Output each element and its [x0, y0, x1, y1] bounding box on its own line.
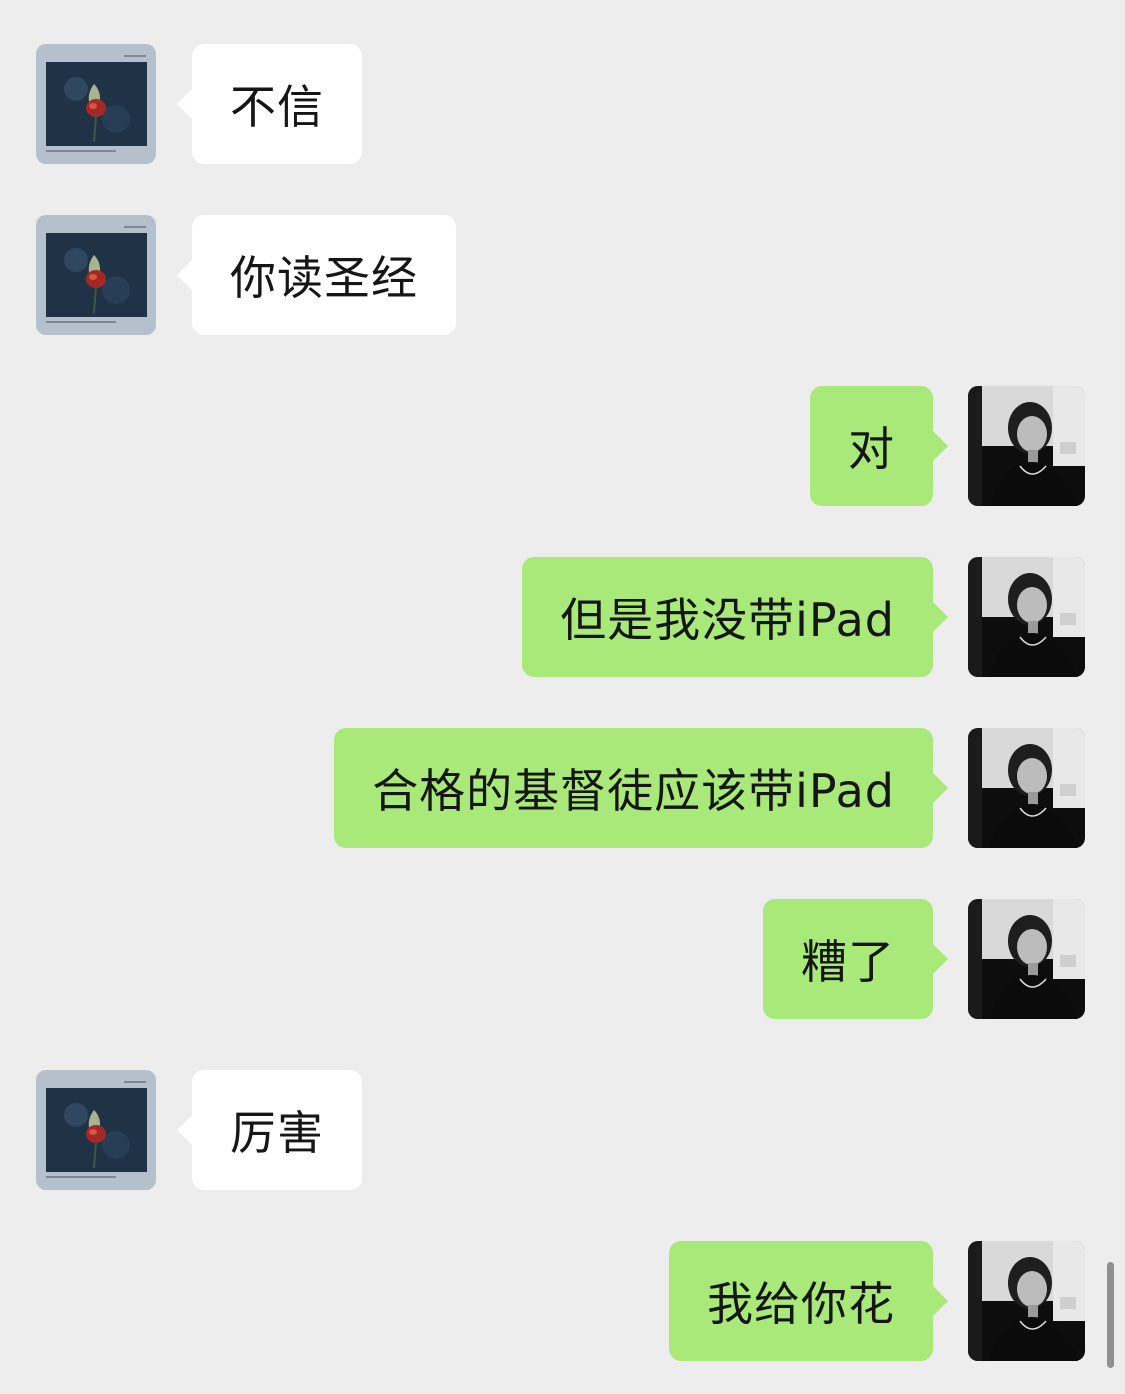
message-row-outgoing: 但是我没带iPad: [0, 557, 1125, 677]
self-avatar-icon[interactable]: [968, 386, 1085, 506]
message-row-outgoing: 合格的基督徒应该带iPad: [0, 728, 1125, 848]
contact-avatar-icon[interactable]: [36, 1070, 156, 1190]
self-avatar-icon[interactable]: [968, 1241, 1085, 1361]
chat-message-list[interactable]: 不信 你读圣经 对 但是我没带iPad 合格的基督徒应该带iPad 糟了 厉害 …: [0, 0, 1125, 1394]
message-bubble-incoming[interactable]: 你读圣经: [177, 215, 456, 335]
self-avatar-icon[interactable]: [968, 899, 1085, 1019]
message-bubble-outgoing[interactable]: 合格的基督徒应该带iPad: [334, 728, 948, 848]
message-row-incoming: 你读圣经: [0, 215, 1125, 335]
message-bubble-incoming[interactable]: 不信: [177, 44, 362, 164]
message-bubble-incoming[interactable]: 厉害: [177, 1070, 362, 1190]
message-bubble-outgoing[interactable]: 对: [810, 386, 948, 506]
message-row-outgoing: 糟了: [0, 899, 1125, 1019]
message-bubble-outgoing[interactable]: 糟了: [763, 899, 948, 1019]
self-avatar-icon[interactable]: [968, 557, 1085, 677]
message-row-incoming: 厉害: [0, 1070, 1125, 1190]
message-row-outgoing: 我给你花: [0, 1241, 1125, 1361]
contact-avatar-icon[interactable]: [36, 44, 156, 164]
message-row-outgoing: 对: [0, 386, 1125, 506]
message-bubble-outgoing[interactable]: 但是我没带iPad: [522, 557, 948, 677]
contact-avatar-icon[interactable]: [36, 215, 156, 335]
scrollbar-thumb[interactable]: [1107, 1262, 1114, 1368]
self-avatar-icon[interactable]: [968, 728, 1085, 848]
message-bubble-outgoing[interactable]: 我给你花: [669, 1241, 948, 1361]
message-row-incoming: 不信: [0, 44, 1125, 164]
